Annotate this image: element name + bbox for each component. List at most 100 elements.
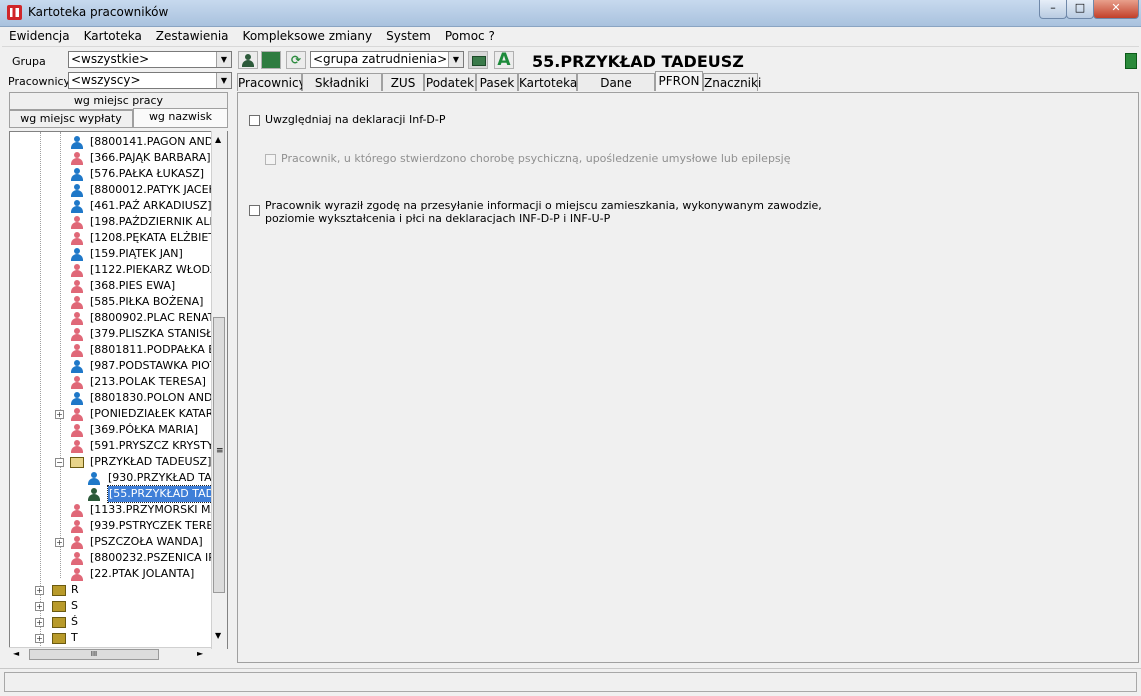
menu-pomoc[interactable]: Pomoc ? (438, 27, 502, 43)
scroll-thumb[interactable]: ≡ (213, 317, 225, 593)
grouping-payplace-button[interactable]: wg miejsc wypłaty (9, 110, 133, 128)
menu-kompleksowe-zmiany[interactable]: Kompleksowe zmiany (236, 27, 380, 43)
tree-row-label: [198.PAŹDZIERNIK ALIN (90, 215, 221, 228)
hscroll-thumb[interactable]: III (29, 649, 159, 660)
expand-icon[interactable]: + (55, 410, 64, 419)
scroll-down-icon[interactable]: ▼ (215, 631, 221, 640)
employee-name-title: 55.PRZYKŁAD TADEUSZ (532, 52, 744, 71)
tree-row-label: [8800902.PLAC RENATA (90, 311, 222, 324)
female-person-icon (70, 568, 84, 581)
tab-skladniki-stale[interactable]: Składniki stałe (302, 73, 382, 108)
tree-row[interactable]: [930.PRZYKŁAD TAD (10, 470, 220, 486)
a-letter-icon[interactable]: A (494, 51, 514, 69)
maximize-button[interactable]: □ (1066, 0, 1094, 19)
minimize-button[interactable]: – (1039, 0, 1067, 19)
menu-zestawienia[interactable]: Zestawienia (149, 27, 236, 43)
tree-row-label: [8800141.PAGON ANDRZ (90, 135, 228, 148)
tree-vertical-scrollbar[interactable]: ▲ ≡ ▼ (211, 131, 227, 649)
tab-pfron[interactable]: PFRON (655, 71, 703, 91)
scroll-right-icon[interactable]: ► (197, 649, 203, 658)
tree-row[interactable]: [8800902.PLAC RENATA (10, 310, 221, 326)
tree-row-label: [PSZCZOŁA WANDA] (90, 535, 203, 548)
tree-folder-open[interactable]: − [PRZYKŁAD TADEUSZ] (10, 454, 215, 470)
tree-row-label: [366.PAJĄK BARBARA] (90, 151, 211, 164)
tree-row[interactable]: [8800141.PAGON ANDRZ (10, 134, 227, 150)
expand-icon[interactable]: + (35, 618, 44, 627)
tab-podatek[interactable]: Podatek (424, 73, 476, 91)
scroll-left-icon[interactable]: ◄ (13, 649, 19, 658)
tab-pasek[interactable]: Pasek (476, 73, 518, 91)
tree-row[interactable]: [368.PIES EWA] (10, 278, 215, 294)
tree-row[interactable]: [159.PIĄTEK JAN] (10, 246, 215, 262)
close-button[interactable]: ✕ (1093, 0, 1139, 19)
tree-row[interactable]: [591.PRYSZCZ KRYSTYN (10, 438, 222, 454)
tree-horizontal-scrollbar[interactable]: ◄ III ► (9, 647, 211, 662)
chevron-down-icon[interactable]: ▼ (216, 73, 231, 88)
tab-dane-zmienne[interactable]: Dane zmienne (577, 73, 655, 108)
tab-znaczniki[interactable]: Znaczniki (703, 73, 761, 91)
include-declaration-label: Uwzględniaj na deklaracji Inf-D-P (265, 113, 446, 126)
employment-group-select[interactable]: <grupa zatrudnienia> ▼ (310, 51, 464, 68)
tree-row[interactable]: [461.PAŹ ARKADIUSZ] (10, 198, 215, 214)
male-person-icon (70, 136, 84, 149)
tree-row[interactable]: + [PSZCZOŁA WANDA] (10, 534, 215, 550)
employee-tree[interactable]: [8800141.PAGON ANDRZ [366.PAJĄK BARBARA] [… (9, 131, 228, 649)
tree-row[interactable]: [369.PÓŁKA MARIA] (10, 422, 215, 438)
tree-row[interactable]: [8800012.PATYK JACEK] (10, 182, 220, 198)
chevron-down-icon[interactable]: ▼ (216, 52, 231, 67)
tree-row[interactable]: [8800232.PSZENICA IRE (10, 550, 223, 566)
person-icon-button[interactable] (238, 51, 258, 69)
female-person-icon (70, 344, 84, 357)
tab-kartoteka[interactable]: Kartoteka (518, 73, 577, 91)
tree-row[interactable]: [198.PAŹDZIERNIK ALIN (10, 214, 221, 230)
tree-row[interactable]: [55.PRZYKŁAD TADE (10, 485, 224, 503)
expand-icon[interactable]: + (35, 634, 44, 643)
menu-ewidencja[interactable]: Ewidencja (2, 27, 77, 43)
tree-row[interactable]: [576.PAŁKA ŁUKASZ] (10, 166, 215, 182)
person-icon (241, 54, 255, 67)
menu-bar: Ewidencja Kartoteka Zestawienia Kompleksowe… (2, 27, 1139, 47)
include-declaration-checkbox[interactable] (249, 115, 260, 126)
employees-label: Pracownicy (8, 75, 71, 88)
tree-row[interactable]: [213.POLAK TERESA] (10, 374, 215, 390)
tree-row[interactable]: [1122.PIEKARZ WŁODZI (10, 262, 221, 278)
refresh-icon[interactable]: ⟳ (286, 51, 306, 69)
female-person-icon (70, 440, 84, 453)
employees-select[interactable]: <wszyscy> ▼ (68, 72, 232, 89)
tree-row[interactable]: [22.PTAK JOLANTA] (10, 566, 215, 582)
grouping-surname-button[interactable]: wg nazwisk (133, 108, 228, 128)
group-select[interactable]: <wszystkie> ▼ (68, 51, 232, 68)
tree-row[interactable]: [366.PAJĄK BARBARA] (10, 150, 215, 166)
tree-row-label: [379.PLISZKA STANISŁA (90, 327, 220, 340)
tree-folder-r[interactable]: + R (10, 582, 215, 598)
menu-kartoteka[interactable]: Kartoteka (77, 27, 149, 43)
tree-folder-ś[interactable]: + Ś (10, 614, 215, 630)
tab-pracownicy[interactable]: Pracownicy (237, 73, 306, 91)
female-person-icon (70, 152, 84, 165)
scroll-up-icon[interactable]: ▲ (215, 135, 221, 144)
tree-folder-t[interactable]: + T (10, 630, 215, 646)
tree-row[interactable]: [379.PLISZKA STANISŁA (10, 326, 220, 342)
tree-row[interactable]: [987.PODSTAWKA PIOTF (10, 358, 223, 374)
tree-row[interactable]: [585.PIŁKA BOŻENA] (10, 294, 215, 310)
expand-icon[interactable]: + (35, 586, 44, 595)
tree-row-label: [8800232.PSZENICA IRE (90, 551, 223, 564)
collapse-icon[interactable]: − (55, 458, 64, 467)
chevron-down-icon[interactable]: ▼ (448, 52, 463, 67)
tree-row[interactable]: [1133.PRZYMORSKI MAG (10, 502, 226, 518)
stack-icon[interactable] (468, 51, 488, 69)
tree-row[interactable]: [939.PSTRYCZEK TERES (10, 518, 220, 534)
expand-icon[interactable]: + (35, 602, 44, 611)
female-person-icon (70, 424, 84, 437)
tab-zus[interactable]: ZUS (382, 73, 424, 91)
tree-row[interactable]: + [PONIEDZIAŁEK KATARZ (10, 406, 221, 422)
tree-folder-s[interactable]: + S (10, 598, 215, 614)
chart-icon-button[interactable] (261, 51, 281, 69)
tree-row[interactable]: [8801811.PODPAŁKA BA (10, 342, 223, 358)
tree-row[interactable]: [1208.PĘKATA ELŻBIETA (10, 230, 222, 246)
menu-system[interactable]: System (379, 27, 438, 43)
expand-icon[interactable]: + (55, 538, 64, 547)
consent-checkbox[interactable] (249, 205, 260, 216)
male-person-icon (70, 184, 84, 197)
tree-row[interactable]: [8801830.POLON ANDRZ (10, 390, 227, 406)
